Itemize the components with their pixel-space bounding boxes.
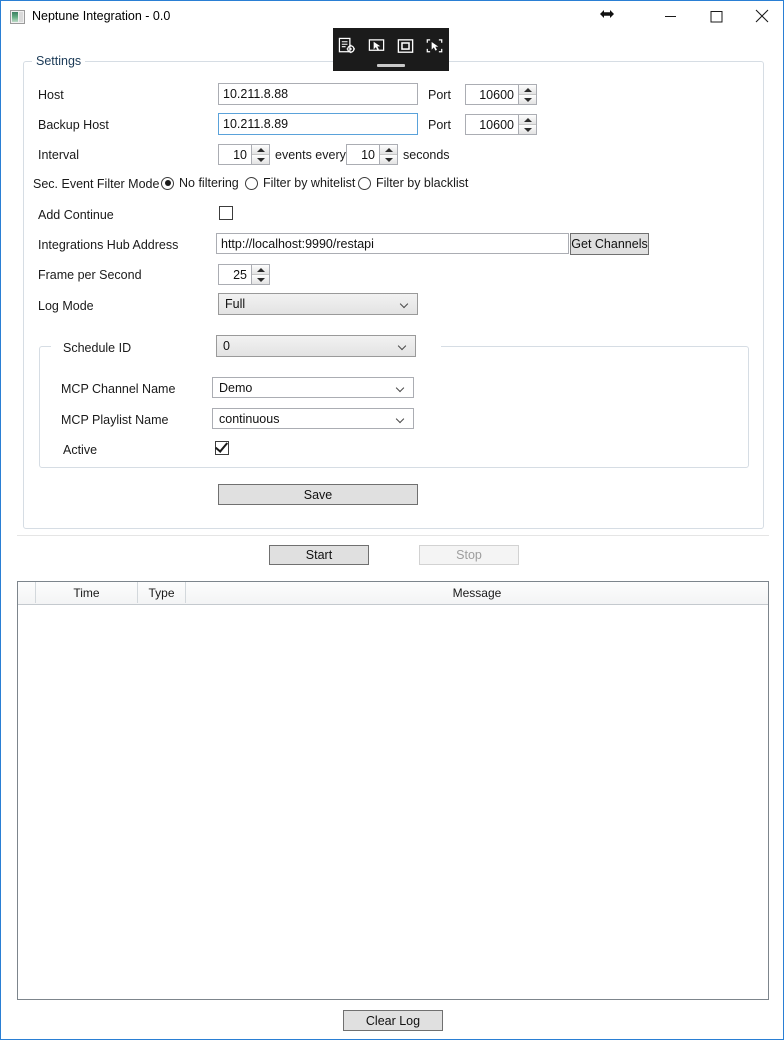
interval-seconds-spin-buttons[interactable] <box>379 145 397 164</box>
backup-host-port-spin-down[interactable] <box>519 125 536 134</box>
grid-corner-header <box>18 582 36 603</box>
column-header-time[interactable]: Time <box>36 582 138 603</box>
filter-mode-label: Sec. Event Filter Mode <box>33 177 159 191</box>
frame-per-second-spin-buttons[interactable] <box>251 265 269 284</box>
frame-per-second-stepper[interactable]: 25 <box>218 264 270 285</box>
backup-host-port-spin-up[interactable] <box>519 115 536 125</box>
active-label: Active <box>63 443 97 457</box>
log-mode-value: Full <box>225 297 400 311</box>
settings-legend: Settings <box>32 54 85 68</box>
interval-seconds-value: 10 <box>347 145 379 164</box>
interval-suffix-text: seconds <box>403 148 450 162</box>
save-button[interactable]: Save <box>218 484 418 505</box>
host-port-spin-down[interactable] <box>519 95 536 104</box>
radio-filter-blacklist[interactable]: Filter by blacklist <box>358 176 468 190</box>
backup-host-input[interactable]: 10.211.8.89 <box>218 113 418 135</box>
log-mode-label: Log Mode <box>38 299 94 313</box>
start-button[interactable]: Start <box>269 545 369 565</box>
column-header-type[interactable]: Type <box>138 582 186 603</box>
mcp-channel-name-select[interactable]: Demo <box>212 377 414 398</box>
overlay-toolbar <box>333 28 449 71</box>
mcp-playlist-name-label: MCP Playlist Name <box>61 413 168 427</box>
interval-events-spin-up[interactable] <box>252 145 269 155</box>
backup-host-port-stepper[interactable]: 10600 <box>465 114 537 135</box>
section-divider <box>17 535 769 536</box>
frame-per-second-value: 25 <box>219 265 251 284</box>
radio-no-filtering[interactable]: No filtering <box>161 176 239 190</box>
host-input[interactable]: 10.211.8.88 <box>218 83 418 105</box>
chevron-down-icon <box>396 383 406 393</box>
interval-label: Interval <box>38 148 79 162</box>
interval-seconds-stepper[interactable]: 10 <box>346 144 398 165</box>
backup-host-port-label: Port <box>428 118 451 132</box>
window-title: Neptune Integration - 0.0 <box>32 9 170 23</box>
minimize-button[interactable] <box>647 1 693 31</box>
app-icon <box>10 10 25 24</box>
maximize-button[interactable] <box>693 1 739 31</box>
backup-host-port-spin-buttons[interactable] <box>518 115 536 134</box>
chevron-down-icon <box>396 414 406 424</box>
mcp-playlist-name-select[interactable]: continuous <box>212 408 414 429</box>
close-button[interactable] <box>739 1 784 31</box>
clear-log-button[interactable]: Clear Log <box>343 1010 443 1031</box>
mcp-playlist-name-value: continuous <box>219 412 396 426</box>
radio-filter-whitelist-indicator <box>245 177 258 190</box>
radio-filter-blacklist-label: Filter by blacklist <box>376 176 468 190</box>
horizontal-resize-cursor <box>598 5 616 23</box>
frame-per-second-spin-up[interactable] <box>252 265 269 275</box>
mcp-channel-name-value: Demo <box>219 381 396 395</box>
log-grid-header: Time Type Message <box>18 582 768 605</box>
host-port-stepper[interactable]: 10600 <box>465 84 537 105</box>
square-in-square-icon[interactable] <box>391 28 420 64</box>
host-label: Host <box>38 88 64 102</box>
column-header-message[interactable]: Message <box>186 582 768 603</box>
host-port-spin-buttons[interactable] <box>518 85 536 104</box>
interval-events-stepper[interactable]: 10 <box>218 144 270 165</box>
get-channels-button[interactable]: Get Channels <box>570 233 649 255</box>
active-checkbox[interactable] <box>215 441 229 455</box>
toolbar-active-indicator <box>377 64 405 67</box>
backup-host-label: Backup Host <box>38 118 109 132</box>
radio-filter-blacklist-indicator <box>358 177 371 190</box>
frame-per-second-spin-down[interactable] <box>252 275 269 284</box>
backup-host-port-value: 10600 <box>466 115 518 134</box>
close-icon <box>755 9 769 23</box>
radio-no-filtering-indicator <box>161 177 174 190</box>
check-icon <box>215 439 228 453</box>
host-port-spin-up[interactable] <box>519 85 536 95</box>
add-continue-label: Add Continue <box>38 208 114 222</box>
host-port-label: Port <box>428 88 451 102</box>
schedule-id-label: Schedule ID <box>63 341 131 355</box>
interval-events-value: 10 <box>219 145 251 164</box>
radio-filter-whitelist-label: Filter by whitelist <box>263 176 355 190</box>
mcp-channel-name-label: MCP Channel Name <box>61 382 175 396</box>
chevron-down-icon <box>398 341 408 351</box>
radio-no-filtering-label: No filtering <box>179 176 239 190</box>
cursor-window-icon[interactable] <box>362 28 391 64</box>
interval-middle-text: events every <box>275 148 346 162</box>
schedule-id-select[interactable]: 0 <box>216 335 416 357</box>
stop-button: Stop <box>419 545 519 565</box>
application-window: Neptune Integration - 0.0 <box>0 0 784 1040</box>
chevron-down-icon <box>400 299 410 309</box>
log-mode-select[interactable]: Full <box>218 293 418 315</box>
hub-address-label: Integrations Hub Address <box>38 238 178 252</box>
resize-arrow-icon <box>599 9 615 19</box>
add-continue-checkbox[interactable] <box>219 206 233 220</box>
extract-screenshot-icon[interactable] <box>333 28 362 64</box>
frame-per-second-label: Frame per Second <box>38 268 142 282</box>
cursor-select-region-icon[interactable] <box>420 28 449 64</box>
minimize-icon <box>664 11 677 22</box>
maximize-icon <box>710 10 723 23</box>
host-port-value: 10600 <box>466 85 518 104</box>
interval-seconds-spin-up[interactable] <box>380 145 397 155</box>
schedule-id-value: 0 <box>223 339 398 353</box>
interval-seconds-spin-down[interactable] <box>380 155 397 164</box>
schedule-groupbox <box>39 346 749 468</box>
log-grid[interactable]: Time Type Message <box>17 581 769 1000</box>
interval-events-spin-buttons[interactable] <box>251 145 269 164</box>
hub-address-input[interactable]: http://localhost:9990/restapi <box>216 233 569 254</box>
radio-filter-whitelist[interactable]: Filter by whitelist <box>245 176 355 190</box>
interval-events-spin-down[interactable] <box>252 155 269 164</box>
